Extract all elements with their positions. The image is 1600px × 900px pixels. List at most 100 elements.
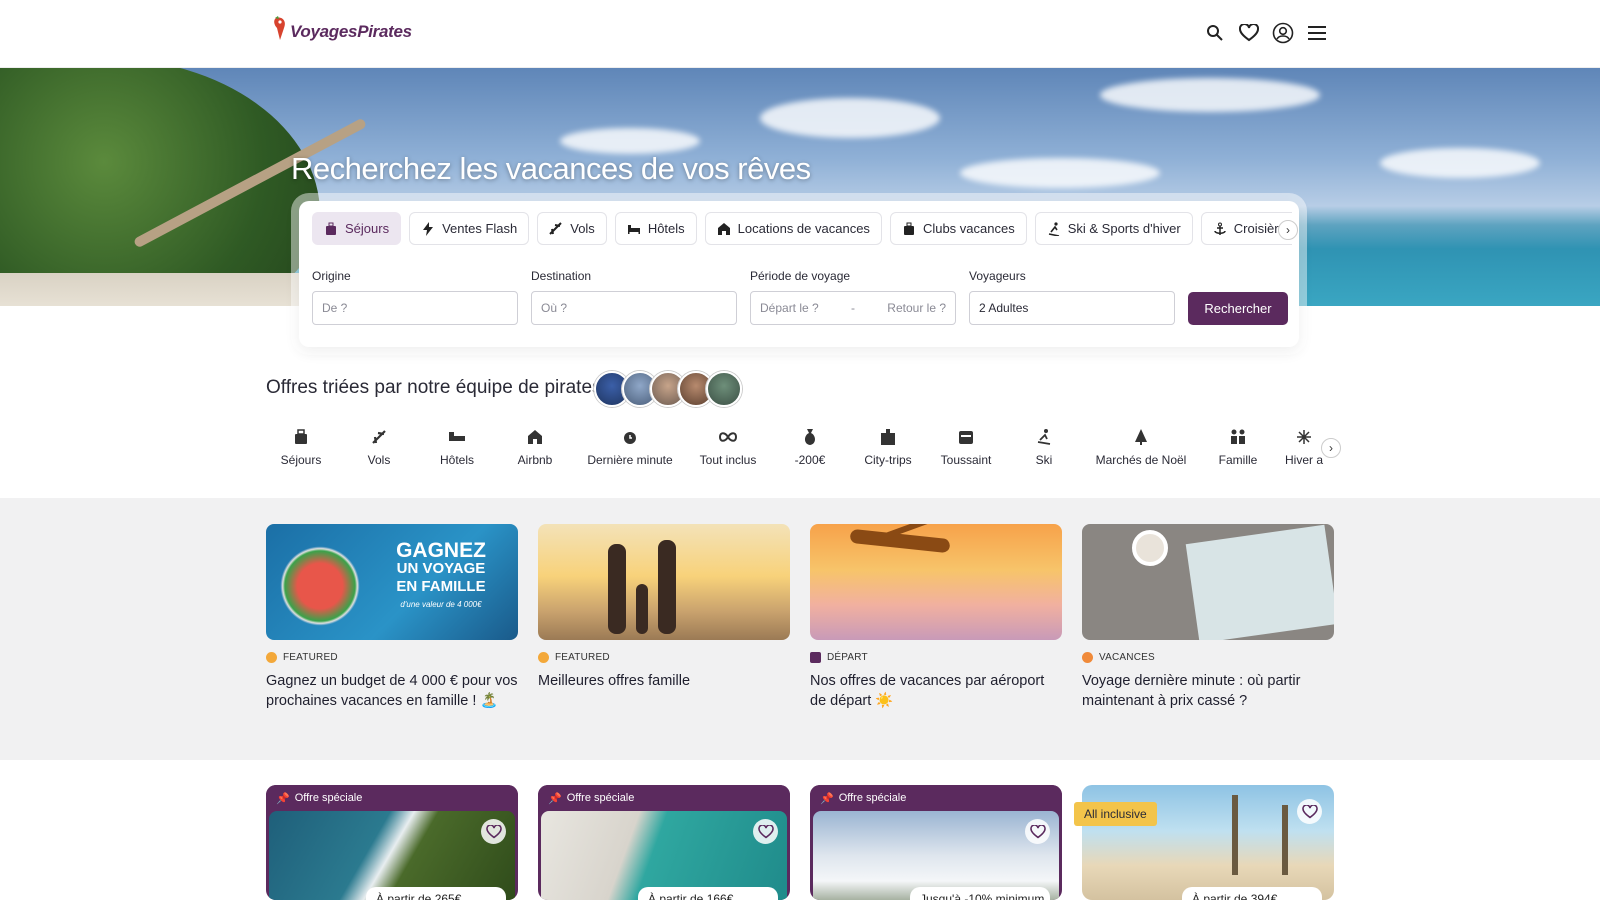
article-image [810, 524, 1062, 640]
promo-line-3: EN FAMILLE [396, 578, 486, 595]
search-icon[interactable] [1204, 22, 1226, 44]
category-label: Tout inclus [699, 453, 757, 467]
logo-parrot-icon [274, 16, 285, 40]
offer-price: À partir de 166€ [638, 887, 778, 900]
user-icon[interactable] [1272, 22, 1294, 44]
article-title: Nos offres de vacances par aéroport de d… [810, 673, 1045, 709]
tab-ski[interactable]: Ski & Sports d'hiver [1034, 212, 1193, 245]
ski-icon [1048, 221, 1059, 236]
luggage-icon [291, 428, 311, 446]
favorite-heart-icon[interactable] [481, 819, 506, 844]
tabs-next-arrow[interactable]: › [1278, 220, 1298, 240]
offer-card[interactable]: 📌 Offre spéciale Jusqu'à -10% minimum [810, 785, 1062, 900]
category-toussaint[interactable]: Toussaint [930, 428, 1002, 474]
team-avatars [594, 371, 742, 407]
tab-ventes-flash[interactable]: Ventes Flash [409, 212, 530, 245]
category-tout-inclus[interactable]: Tout inclus [682, 428, 774, 474]
snow-icon [1294, 428, 1314, 446]
article-image: GAGNEZ UN VOYAGE EN FAMILLE d'une valeur… [266, 524, 518, 640]
plane-icon [369, 428, 389, 446]
article-tag: VACANCES [1082, 652, 1334, 663]
category-sejours[interactable]: Séjours [266, 428, 336, 474]
category-derniere-minute[interactable]: Dernière minute [578, 428, 682, 474]
period-label: Période de voyage [750, 269, 851, 283]
category-vols[interactable]: Vols [336, 428, 422, 474]
category-bar: Séjours Vols Hôtels Airbnb Dernière minu… [266, 428, 1332, 474]
offer-band: 📌 Offre spéciale [538, 785, 790, 811]
article-card[interactable]: FEATURED Meilleures offres famille [538, 524, 790, 691]
band-label: Offre spéciale [294, 792, 363, 804]
article-card[interactable]: VACANCES Voyage dernière minute : où par… [1082, 524, 1334, 711]
article-card[interactable]: GAGNEZ UN VOYAGE EN FAMILLE d'une valeur… [266, 524, 518, 711]
category-city-trips[interactable]: City-trips [846, 428, 930, 474]
pin-icon: 📌 [276, 792, 290, 805]
hero-title: Recherchez les vacances de vos rêves [291, 151, 811, 186]
favorite-heart-icon[interactable] [1025, 819, 1050, 844]
origin-input[interactable]: De ? [312, 291, 518, 325]
tab-clubs[interactable]: Clubs vacances [889, 212, 1027, 245]
article-tag: FEATURED [266, 652, 518, 663]
travellers-field: Voyageurs 2 Adultes [969, 269, 1175, 325]
offer-card[interactable]: 📌 Offre spéciale À partir de 166€ [538, 785, 790, 900]
categories-next-arrow[interactable]: › [1321, 438, 1341, 458]
depart-placeholder: Départ le ? [760, 301, 819, 315]
vacation-icon [1082, 652, 1093, 663]
period-input[interactable]: Départ le ? - Retour le ? [750, 291, 956, 325]
search-button[interactable]: Rechercher [1188, 292, 1288, 325]
tab-label: Clubs vacances [922, 221, 1015, 236]
tab-vols[interactable]: Vols [537, 212, 607, 245]
offer-price: Jusqu'à -10% minimum [910, 887, 1050, 900]
bed-icon [447, 428, 467, 446]
favorite-heart-icon[interactable] [753, 819, 778, 844]
category-ski[interactable]: Ski [1002, 428, 1086, 474]
category-label: Vols [367, 453, 391, 467]
plane-icon [810, 652, 821, 663]
bed-icon [627, 224, 640, 234]
logo[interactable]: VoyagesPirates [272, 16, 412, 42]
category-label: Hôtels [439, 453, 474, 467]
category-famille[interactable]: Famille [1196, 428, 1280, 474]
destination-input[interactable]: Où ? [531, 291, 737, 325]
article-title: Meilleures offres famille [538, 673, 691, 689]
category-label: Séjours [280, 453, 322, 467]
moneybag-icon [800, 428, 820, 446]
tab-hotels[interactable]: Hôtels [614, 212, 697, 245]
menu-icon[interactable] [1306, 22, 1328, 44]
favorite-heart-icon[interactable] [1297, 799, 1322, 824]
tab-label: Vols [570, 221, 595, 236]
article-card[interactable]: DÉPART Nos offres de vacances par aéropo… [810, 524, 1062, 711]
picks-title: Offres triées par notre équipe de pirate… [266, 377, 602, 398]
period-field: Période de voyage Départ le ? - Retour l… [750, 269, 956, 325]
articles-section [0, 498, 1600, 760]
alarm-icon [620, 428, 640, 446]
tree-icon [1131, 428, 1151, 446]
article-image [1082, 524, 1334, 640]
article-title: Voyage dernière minute : où partir maint… [1082, 673, 1301, 709]
offer-band: 📌 Offre spéciale [810, 785, 1062, 811]
avatar [706, 371, 742, 407]
category-marches-noel[interactable]: Marchés de Noël [1086, 428, 1196, 474]
tab-locations[interactable]: Locations de vacances [704, 212, 882, 245]
travellers-input[interactable]: 2 Adultes [969, 291, 1175, 325]
offer-price: À partir de 265€ [366, 887, 506, 900]
offer-price: À partir de 394€ [1182, 887, 1322, 900]
travellers-value: 2 Adultes [979, 301, 1029, 315]
heart-icon[interactable] [1238, 22, 1260, 44]
promo-line-2: UN VOYAGE [396, 560, 486, 577]
city-icon [878, 428, 898, 446]
flash-icon [423, 221, 434, 236]
luggage-icon [326, 222, 336, 235]
tab-sejours[interactable]: Séjours [312, 212, 402, 245]
origin-field: Origine De ? [312, 269, 518, 325]
logo-text: VoyagesPirates [290, 22, 412, 41]
star-icon [538, 652, 549, 663]
category-label: Airbnb [517, 453, 553, 467]
category-airbnb[interactable]: Airbnb [492, 428, 578, 474]
origin-label: Origine [312, 269, 351, 283]
category-hotels[interactable]: Hôtels [422, 428, 492, 474]
article-title: Gagnez un budget de 4 000 € pour vos pro… [266, 673, 518, 709]
tag-label: FEATURED [283, 652, 338, 663]
retour-placeholder: Retour le ? [887, 301, 946, 315]
offer-card[interactable]: 📌 Offre spéciale À partir de 265€ [266, 785, 518, 900]
category-moins-200[interactable]: -200€ [774, 428, 846, 474]
